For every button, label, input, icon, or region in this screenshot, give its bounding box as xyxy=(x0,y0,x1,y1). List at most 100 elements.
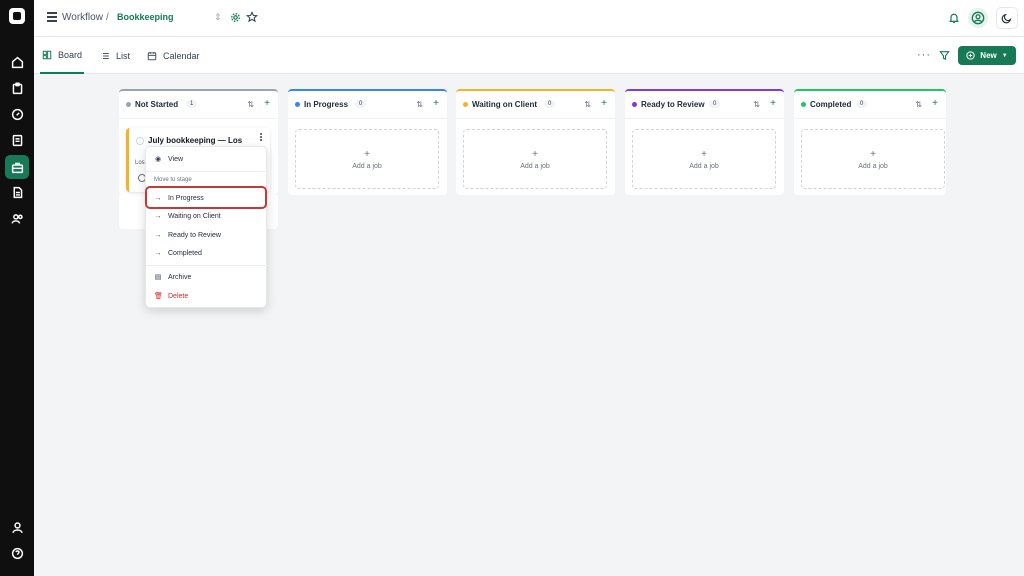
left-rail xyxy=(0,0,34,576)
menu-item-delete[interactable]: 🗑 Delete xyxy=(154,288,188,304)
moon-icon xyxy=(1001,13,1012,24)
menu-item-completed[interactable]: → Completed xyxy=(154,245,202,261)
card-context-menu: ◉ View Move to stage → In Progress → Wai… xyxy=(145,146,268,308)
arrow-right-icon: → xyxy=(154,231,162,239)
status-dot xyxy=(463,102,468,107)
profile-nav-button[interactable] xyxy=(5,515,29,539)
sort-icon[interactable]: ⇅ xyxy=(584,100,591,109)
users-icon xyxy=(10,213,23,224)
contacts-nav-button[interactable] xyxy=(5,206,29,230)
star-icon[interactable] xyxy=(246,11,258,23)
card-title: July bookkeeping — Los xyxy=(148,136,243,145)
invoice-nav-button[interactable] xyxy=(5,128,29,152)
add-job-label: Add a job xyxy=(689,162,719,170)
card-checkbox[interactable] xyxy=(136,137,144,145)
menu-item-label: Completed xyxy=(168,249,202,257)
add-job-label: Add a job xyxy=(858,162,888,170)
menu-section-label: Move to stage xyxy=(154,177,192,183)
tab-calendar[interactable]: Calendar xyxy=(147,37,200,74)
menu-item-view[interactable]: ◉ View xyxy=(154,151,183,167)
plus-icon: + xyxy=(364,148,370,160)
sort-icon[interactable]: ⇅ xyxy=(753,100,760,109)
column-header: Ready to Review 0 ⇅ + xyxy=(625,91,784,119)
user-circle-icon xyxy=(971,11,985,25)
add-job-placeholder[interactable]: + Add a job xyxy=(801,129,945,189)
card-menu-icon[interactable] xyxy=(256,131,266,143)
home-icon xyxy=(11,56,23,68)
tab-board-label: Board xyxy=(58,49,83,60)
documents-nav-button[interactable] xyxy=(5,180,29,204)
add-job-icon[interactable]: + xyxy=(932,98,938,109)
top-bar: Workflow / Bookkeeping ⇕ xyxy=(34,0,1024,37)
menu-item-label: Archive xyxy=(168,273,192,281)
column-title: In Progress xyxy=(304,100,349,109)
app-logo[interactable] xyxy=(9,8,25,24)
clipboard-icon xyxy=(12,81,22,94)
status-dot xyxy=(632,102,637,107)
add-job-icon[interactable]: + xyxy=(433,98,439,109)
view-tabs-bar: Board List Calendar ··· New ▼ xyxy=(34,37,1024,74)
help-nav-button[interactable] xyxy=(5,541,29,565)
column-header: Completed 0 ⇅ + xyxy=(794,91,946,119)
status-dot xyxy=(801,102,806,107)
sort-icon[interactable]: ⇅ xyxy=(247,100,254,109)
add-job-icon[interactable]: + xyxy=(264,98,270,109)
column-title: Ready to Review xyxy=(641,100,705,109)
briefcase-icon xyxy=(11,162,23,173)
menu-item-label: Waiting on Client xyxy=(168,212,221,220)
column-count-badge: 0 xyxy=(544,100,556,108)
add-job-placeholder[interactable]: + Add a job xyxy=(463,129,607,189)
menu-item-label: Delete xyxy=(168,292,189,300)
column-title: Not Started xyxy=(135,100,179,109)
sort-icon[interactable]: ⇅ xyxy=(416,100,423,109)
menu-item-ready-to-review[interactable]: → Ready to Review xyxy=(154,227,221,243)
chevron-up-down-icon[interactable]: ⇕ xyxy=(214,12,222,23)
gear-icon[interactable] xyxy=(230,12,241,23)
trash-icon: 🗑 xyxy=(154,293,163,300)
new-button[interactable]: New ▼ xyxy=(958,46,1016,65)
compass-nav-button[interactable] xyxy=(5,102,29,126)
column-title: Completed xyxy=(810,100,852,109)
plus-icon: + xyxy=(870,148,876,160)
user-icon xyxy=(11,521,23,533)
plus-icon: + xyxy=(532,148,538,160)
list-icon xyxy=(101,52,109,59)
add-job-placeholder[interactable]: + Add a job xyxy=(295,129,439,189)
column-completed: Completed 0 ⇅ + + Add a job xyxy=(794,89,946,195)
clipboard-nav-button[interactable] xyxy=(5,76,29,100)
menu-divider xyxy=(146,171,268,172)
theme-toggle-button[interactable] xyxy=(996,7,1018,29)
menu-item-waiting-on-client[interactable]: → Waiting on Client xyxy=(154,208,221,224)
document-icon xyxy=(13,186,22,198)
tab-list[interactable]: List xyxy=(100,37,130,74)
menu-item-label: Ready to Review xyxy=(168,231,221,239)
tab-board[interactable]: Board xyxy=(40,37,85,74)
sort-icon[interactable]: ⇅ xyxy=(915,100,922,109)
invoice-icon xyxy=(12,134,22,146)
arrow-right-icon: → xyxy=(154,249,162,257)
highlighted-menu-item-outline xyxy=(145,186,267,209)
plus-icon: + xyxy=(701,148,707,160)
plus-circle-icon xyxy=(966,51,975,60)
column-header: Waiting on Client 0 ⇅ + xyxy=(456,91,615,119)
breadcrumb-root[interactable]: Workflow xyxy=(62,12,103,23)
workflow-nav-button[interactable] xyxy=(5,155,29,179)
status-dot xyxy=(295,102,300,107)
eye-icon: ◉ xyxy=(154,156,162,163)
home-nav-button[interactable] xyxy=(5,50,29,74)
column-in-progress: In Progress 0 ⇅ + + Add a job xyxy=(288,89,447,195)
add-job-icon[interactable]: + xyxy=(770,98,776,109)
menu-item-label: View xyxy=(168,155,184,163)
add-job-icon[interactable]: + xyxy=(601,98,607,109)
filter-icon[interactable] xyxy=(939,50,950,61)
column-header: In Progress 0 ⇅ + xyxy=(288,91,447,119)
more-options-icon[interactable]: ··· xyxy=(917,49,931,61)
hamburger-menu-icon[interactable] xyxy=(47,12,57,22)
column-count-badge: 0 xyxy=(856,100,868,108)
chevron-down-icon: ▼ xyxy=(1001,52,1008,59)
tab-list-label: List xyxy=(116,50,131,61)
add-job-placeholder[interactable]: + Add a job xyxy=(632,129,776,189)
bell-icon[interactable] xyxy=(948,12,960,24)
avatar[interactable] xyxy=(968,8,988,28)
menu-item-archive[interactable]: ▤ Archive xyxy=(154,269,192,285)
